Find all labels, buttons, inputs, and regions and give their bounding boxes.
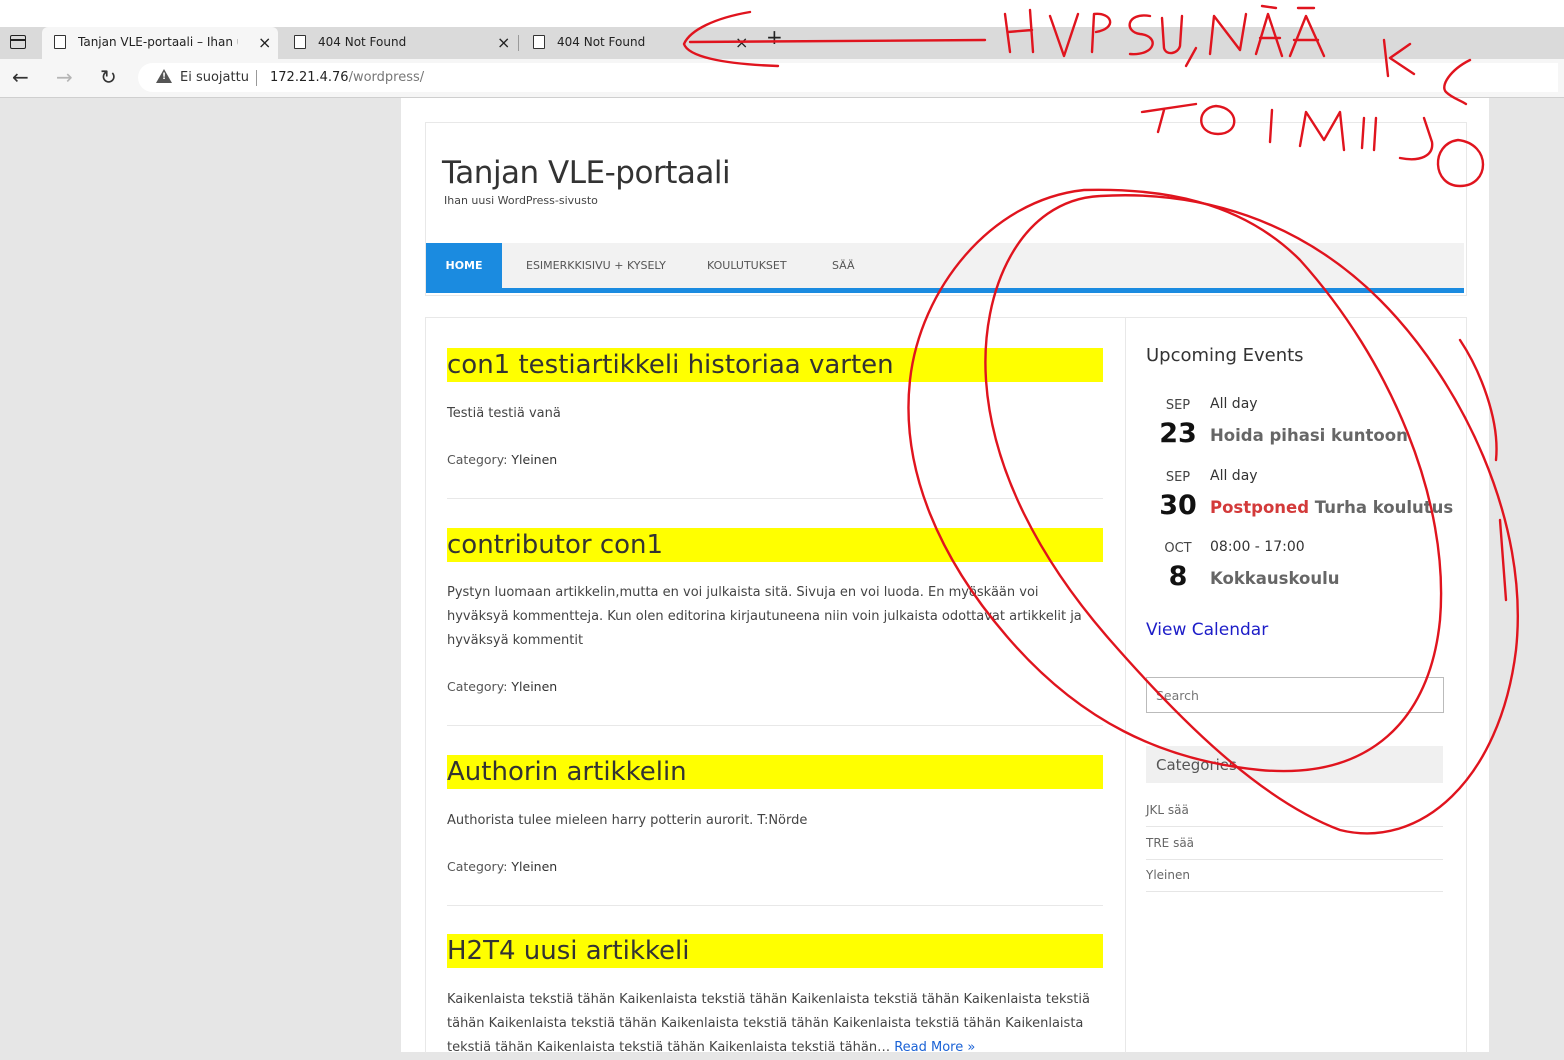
- event-status-badge: Postponed: [1210, 498, 1310, 517]
- tab-separator: [518, 35, 519, 51]
- category-label[interactable]: Yleinen: [1146, 868, 1190, 882]
- event-item: SEP 23 All day Hoida pihasi kuntoon: [1146, 396, 1446, 458]
- back-arrow-icon[interactable]: ←: [12, 65, 29, 89]
- category-item[interactable]: Yleinen: [1146, 860, 1443, 892]
- tab-title: 404 Not Found: [318, 35, 407, 49]
- url-text[interactable]: 172.21.4.76/wordpress/: [270, 70, 424, 85]
- event-time: All day: [1210, 396, 1258, 412]
- tab-title: 404 Not Found: [557, 35, 646, 49]
- post-title[interactable]: con1 testiartikkeli historiaa varten: [447, 348, 1103, 382]
- category-label[interactable]: TRE sää: [1146, 836, 1194, 850]
- page-icon: [533, 35, 545, 49]
- post-category: Category: Yleinen: [447, 859, 557, 874]
- categories-widget-title: Categories: [1146, 746, 1443, 783]
- content-area: con1 testiartikkeli historiaa varten Tes…: [425, 317, 1467, 1055]
- page-container: Tanjan VLE-portaali Ihan uusi WordPress-…: [401, 98, 1489, 1055]
- event-title[interactable]: Kokkauskoulu: [1210, 569, 1340, 588]
- close-tab-icon[interactable]: ×: [497, 33, 510, 52]
- category-link[interactable]: Yleinen: [511, 679, 557, 694]
- url-host: 172.21.4.76: [270, 70, 349, 85]
- post-divider: [447, 725, 1103, 726]
- url-field[interactable]: Ei suojattu 172.21.4.76/wordpress/: [138, 63, 1558, 92]
- tab-404-second[interactable]: 404 Not Found ×: [521, 27, 757, 59]
- warning-icon[interactable]: [156, 69, 172, 83]
- event-item: OCT 8 08:00 - 17:00 Kokkauskoulu: [1146, 539, 1446, 601]
- nav-item-saa[interactable]: SÄÄ: [832, 243, 855, 288]
- search-input[interactable]: Search: [1146, 677, 1444, 713]
- post-item: Authorin artikkelin Authorista tulee mie…: [447, 755, 1103, 906]
- event-name[interactable]: Turha koulutus: [1315, 498, 1453, 517]
- event-month: SEP: [1165, 470, 1191, 485]
- security-status[interactable]: Ei suojattu: [180, 70, 249, 85]
- post-category: Category: Yleinen: [447, 452, 557, 467]
- category-item[interactable]: TRE sää: [1146, 828, 1443, 860]
- new-tab-button[interactable]: +: [766, 25, 786, 57]
- site-title[interactable]: Tanjan VLE-portaali: [442, 155, 731, 191]
- event-month: OCT: [1164, 541, 1192, 556]
- category-label: Category:: [447, 679, 508, 694]
- close-tab-icon[interactable]: ×: [735, 33, 748, 52]
- post-item: contributor con1 Pystyn luomaan artikkel…: [447, 528, 1103, 726]
- nav-item-home[interactable]: HOME: [426, 243, 502, 288]
- categories-title: Categories: [1156, 756, 1237, 774]
- site-description: Ihan uusi WordPress-sivusto: [444, 194, 598, 207]
- post-title[interactable]: Authorin artikkelin: [447, 755, 1103, 789]
- forward-arrow-icon[interactable]: →: [56, 65, 73, 89]
- view-calendar-link[interactable]: View Calendar: [1146, 620, 1268, 640]
- event-name[interactable]: Hoida pihasi kuntoon: [1210, 426, 1408, 445]
- events-widget-title: Upcoming Events: [1146, 345, 1304, 366]
- event-time: All day: [1210, 468, 1258, 484]
- post-excerpt: Kaikenlaista tekstiä tähän Kaikenlaista …: [447, 988, 1103, 1060]
- tab-title: Tanjan VLE-portaali – Ihan uusi W: [78, 35, 238, 49]
- post-excerpt: Pystyn luomaan artikkelin,mutta en voi j…: [447, 585, 1082, 648]
- category-label: Category:: [447, 859, 508, 874]
- window-top-strip: [0, 0, 1564, 27]
- nav-item-esimerkkisivu[interactable]: ESIMERKKISIVU + KYSELY: [526, 243, 666, 288]
- page-icon: [54, 35, 66, 49]
- event-time: 08:00 - 17:00: [1210, 539, 1305, 555]
- close-tab-icon[interactable]: ×: [258, 33, 271, 52]
- page-icon: [294, 35, 306, 49]
- post-item: H2T4 uusi artikkeli Kaikenlaista tekstiä…: [447, 934, 1103, 1060]
- post-title[interactable]: contributor con1: [447, 528, 1103, 562]
- post-title[interactable]: H2T4 uusi artikkeli: [447, 934, 1103, 968]
- post-category: Category: Yleinen: [447, 679, 557, 694]
- post-divider: [447, 498, 1103, 499]
- event-day: 30: [1159, 490, 1197, 521]
- post-divider: [447, 905, 1103, 906]
- nav-item-koulutukset[interactable]: KOULUTUKSET: [707, 243, 787, 288]
- category-label[interactable]: JKL sää: [1146, 803, 1189, 817]
- main-navigation: HOME ESIMERKKISIVU + KYSELY KOULUTUKSET …: [426, 243, 1464, 293]
- post-excerpt: Authorista tulee mieleen harry potterin …: [447, 813, 808, 828]
- url-path: /wordpress/: [348, 70, 425, 85]
- event-name[interactable]: Kokkauskoulu: [1210, 569, 1340, 588]
- event-item: SEP 30 All day Postponed Turha koulutus: [1146, 468, 1453, 530]
- event-day: 8: [1168, 561, 1188, 592]
- category-label: Category:: [447, 452, 508, 467]
- tab-strip: Tanjan VLE-portaali – Ihan uusi W × 404 …: [0, 25, 1564, 60]
- tab-tanjan[interactable]: Tanjan VLE-portaali – Ihan uusi W ×: [42, 27, 278, 59]
- search-placeholder: Search: [1156, 688, 1199, 703]
- sidebar: Upcoming Events SEP 23 All day Hoida pih…: [1126, 318, 1466, 1053]
- read-more-link[interactable]: Read More »: [894, 1040, 975, 1055]
- url-separator: [256, 70, 257, 86]
- category-item[interactable]: JKL sää: [1146, 795, 1443, 827]
- reload-icon[interactable]: ↻: [100, 65, 117, 89]
- tab-404-first[interactable]: 404 Not Found ×: [282, 27, 519, 59]
- event-day: 23: [1159, 418, 1197, 449]
- tab-actions-menu-icon[interactable]: [10, 35, 26, 49]
- category-link[interactable]: Yleinen: [511, 452, 557, 467]
- address-bar: ← → ↻ Ei suojattu 172.21.4.76/wordpress/: [0, 59, 1564, 98]
- post-excerpt: Testiä testiä vanä: [447, 406, 561, 421]
- event-title[interactable]: Postponed Turha koulutus: [1210, 498, 1453, 517]
- category-link[interactable]: Yleinen: [511, 859, 557, 874]
- highlight-loop: [1498, 518, 1508, 602]
- event-month: SEP: [1165, 398, 1191, 413]
- event-title[interactable]: Hoida pihasi kuntoon: [1210, 426, 1408, 445]
- post-excerpt-text: Kaikenlaista tekstiä tähän Kaikenlaista …: [447, 992, 1090, 1055]
- post-item: con1 testiartikkeli historiaa varten Tes…: [447, 348, 1103, 499]
